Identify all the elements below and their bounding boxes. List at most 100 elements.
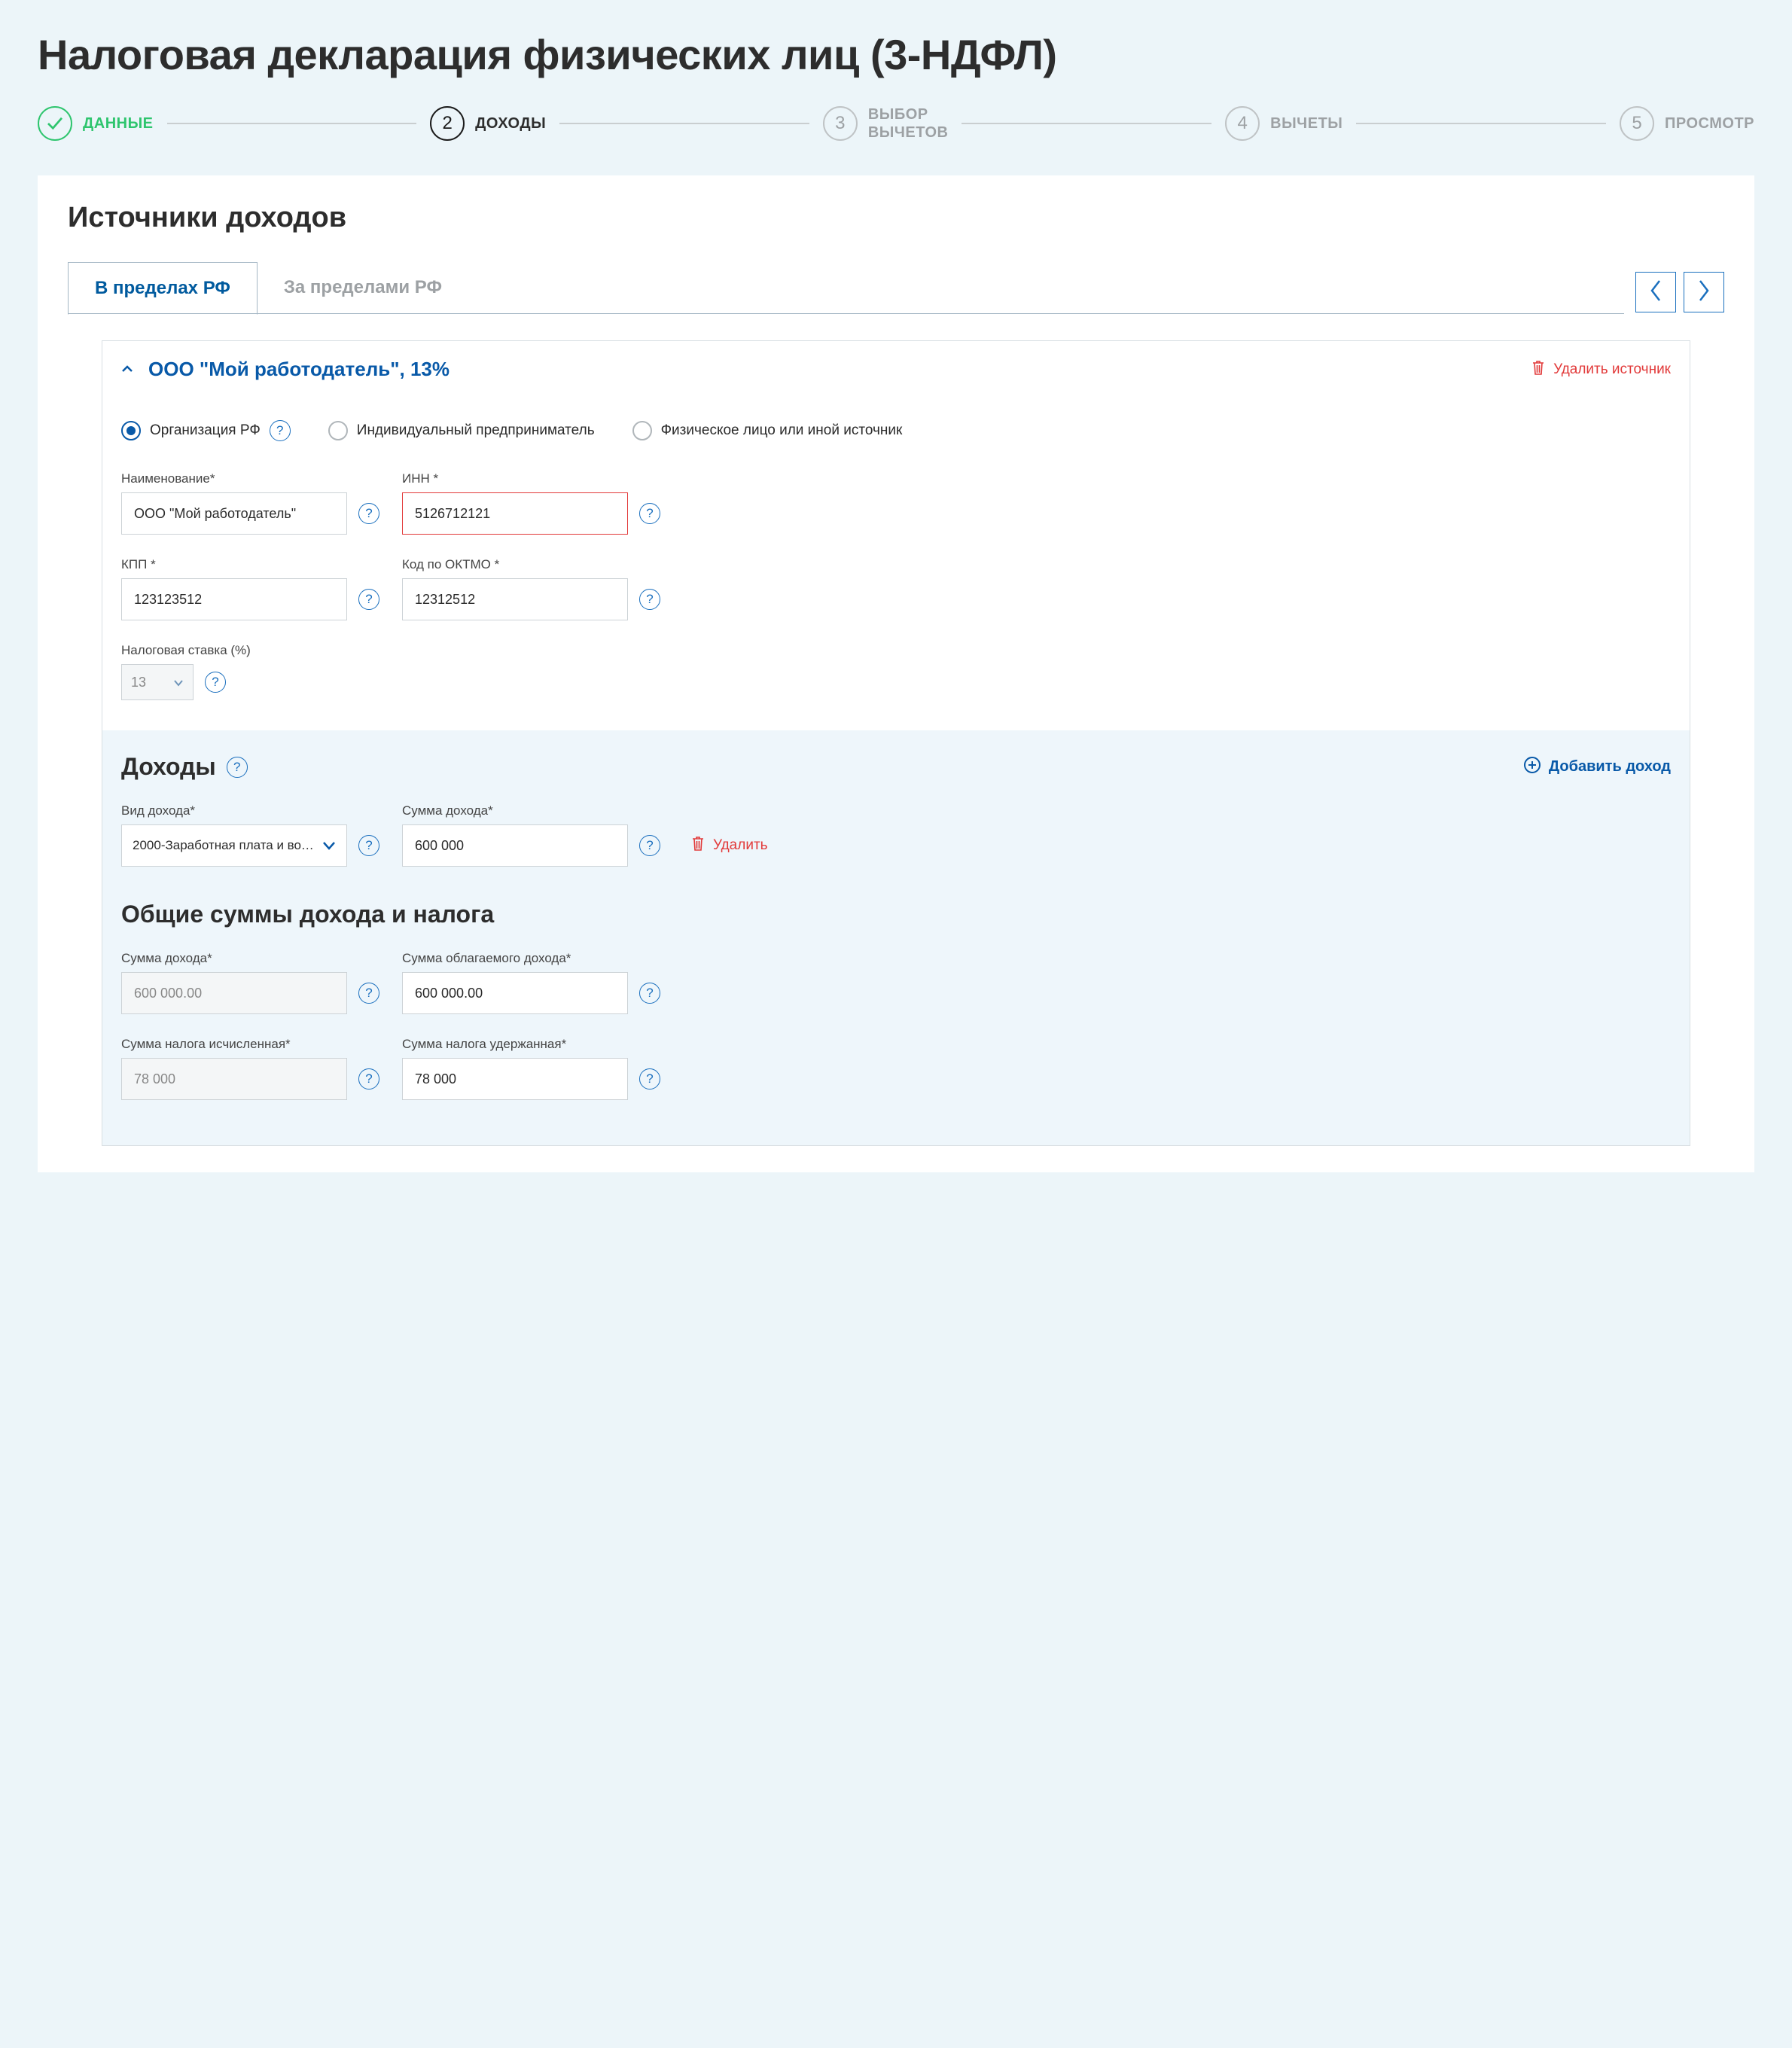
source-header: ООО "Мой работодатель", 13% Удалить исто…: [102, 341, 1690, 398]
step-5[interactable]: 5 ПРОСМОТР: [1620, 106, 1754, 141]
incomes-title: Доходы: [121, 753, 216, 781]
trash-icon: [690, 835, 706, 856]
field-oktmo: Код по ОКТМО * ?: [402, 557, 660, 620]
input-line: ?: [121, 578, 379, 620]
tax-calculated-input: [121, 1058, 347, 1100]
field-label: Код по ОКТМО *: [402, 557, 660, 572]
step-connector: [167, 123, 417, 124]
input-line: 2000-Заработная плата и возн… ?: [121, 824, 379, 867]
step-number: 3: [823, 106, 858, 141]
tab-foreign[interactable]: За пределами РФ: [258, 262, 468, 315]
inn-input[interactable]: [402, 492, 628, 535]
page-title: Налоговая декларация физических лиц (3-Н…: [38, 30, 1754, 79]
nav-prev-button[interactable]: [1635, 272, 1676, 312]
input-line: ?: [402, 972, 660, 1014]
source-title: ООО "Мой работодатель", 13%: [148, 358, 1531, 381]
step-label: ПРОСМОТР: [1665, 115, 1754, 133]
delete-income-button[interactable]: Удалить: [690, 835, 768, 856]
field-row: КПП * ? Код по ОКТМО * ?: [121, 557, 1671, 620]
help-icon[interactable]: ?: [270, 420, 291, 441]
add-income-button[interactable]: Добавить доход: [1523, 756, 1671, 779]
radio-label: Организация РФ: [150, 422, 261, 439]
step-connector: [962, 123, 1211, 124]
trash-icon: [1531, 359, 1546, 380]
chevron-down-icon: [322, 838, 336, 854]
help-icon[interactable]: ?: [358, 835, 379, 856]
income-type-select[interactable]: 2000-Заработная плата и возн…: [121, 824, 347, 867]
step-4[interactable]: 4 ВЫЧЕТЫ: [1225, 106, 1342, 141]
field-tax-calculated: Сумма налога исчисленная* ?: [121, 1037, 379, 1100]
source-body: Организация РФ ? Индивидуальный предприн…: [102, 398, 1690, 1145]
field-name: Наименование* ?: [121, 471, 379, 535]
chevron-left-icon: [1649, 279, 1662, 306]
income-source-box: ООО "Мой работодатель", 13% Удалить исто…: [102, 340, 1690, 1146]
input-line: ?: [402, 578, 660, 620]
input-line: ?: [402, 1058, 660, 1100]
step-3[interactable]: 3 ВЫБОРВЫЧЕТОВ: [823, 105, 949, 142]
radio-org-rf[interactable]: Организация РФ ?: [121, 420, 291, 441]
rate-select[interactable]: 13: [121, 664, 194, 700]
help-icon[interactable]: ?: [639, 589, 660, 610]
delete-source-button[interactable]: Удалить источник: [1531, 359, 1671, 380]
field-taxable-income: Сумма облагаемого дохода* ?: [402, 951, 660, 1014]
step-number: 5: [1620, 106, 1654, 141]
help-icon[interactable]: ?: [358, 983, 379, 1004]
step-1[interactable]: ДАННЫЕ: [38, 106, 154, 141]
collapse-toggle[interactable]: [121, 361, 133, 377]
input-line: ?: [121, 492, 379, 535]
field-label: Сумма налога исчисленная*: [121, 1037, 379, 1052]
field-label: Сумма налога удержанная*: [402, 1037, 660, 1052]
help-icon[interactable]: ?: [639, 983, 660, 1004]
radio-icon: [121, 421, 141, 440]
plus-circle-icon: [1523, 756, 1541, 779]
step-2[interactable]: 2 ДОХОДЫ: [430, 106, 546, 141]
kpp-input[interactable]: [121, 578, 347, 620]
chevron-right-icon: [1697, 279, 1711, 306]
tabs-row: В пределах РФ За пределами РФ: [68, 261, 1724, 314]
rate-value: 13: [131, 675, 164, 690]
field-label: Налоговая ставка (%): [121, 643, 1671, 658]
field-label: Сумма дохода*: [121, 951, 379, 966]
field-label: Вид дохода*: [121, 803, 379, 818]
step-number: 2: [430, 106, 465, 141]
field-tax-rate: Налоговая ставка (%) 13 ?: [121, 643, 1671, 700]
oktmo-input[interactable]: [402, 578, 628, 620]
field-inn: ИНН * ?: [402, 471, 660, 535]
income-sum-input[interactable]: [402, 824, 628, 867]
help-icon[interactable]: ?: [358, 1068, 379, 1090]
input-line: ?: [402, 492, 660, 535]
radio-label: Физическое лицо или иной источник: [661, 422, 903, 439]
help-icon[interactable]: ?: [639, 1068, 660, 1090]
step-number: 4: [1225, 106, 1260, 141]
tab-domestic[interactable]: В пределах РФ: [68, 262, 258, 315]
field-income-sum: Сумма дохода* ?: [402, 803, 660, 867]
tax-withheld-input[interactable]: [402, 1058, 628, 1100]
help-icon[interactable]: ?: [205, 672, 226, 693]
chevron-up-icon: [121, 361, 133, 377]
help-icon[interactable]: ?: [639, 835, 660, 856]
help-icon[interactable]: ?: [358, 503, 379, 524]
taxable-income-input[interactable]: [402, 972, 628, 1014]
radio-person[interactable]: Физическое лицо или иной источник: [632, 421, 903, 440]
step-label: ВЫБОРВЫЧЕТОВ: [868, 105, 949, 142]
radio-icon: [328, 421, 348, 440]
help-icon[interactable]: ?: [227, 757, 248, 778]
field-label: Сумма облагаемого дохода*: [402, 951, 660, 966]
help-icon[interactable]: ?: [358, 589, 379, 610]
name-input[interactable]: [121, 492, 347, 535]
tab-nav: [1635, 272, 1724, 312]
field-row: Наименование* ? ИНН * ?: [121, 471, 1671, 535]
source-type-radios: Организация РФ ? Индивидуальный предприн…: [121, 420, 1671, 441]
check-icon: [38, 106, 72, 141]
help-icon[interactable]: ?: [639, 503, 660, 524]
input-line: ?: [402, 824, 660, 867]
add-income-label: Добавить доход: [1549, 758, 1671, 776]
step-connector: [559, 123, 809, 124]
radio-ip[interactable]: Индивидуальный предприниматель: [328, 421, 595, 440]
totals-title: Общие суммы дохода и налога: [121, 901, 1671, 928]
field-income-type: Вид дохода* 2000-Заработная плата и возн…: [121, 803, 379, 867]
field-kpp: КПП * ?: [121, 557, 379, 620]
section-title: Источники доходов: [68, 202, 1724, 234]
chevron-down-icon: [173, 675, 184, 690]
nav-next-button[interactable]: [1684, 272, 1724, 312]
